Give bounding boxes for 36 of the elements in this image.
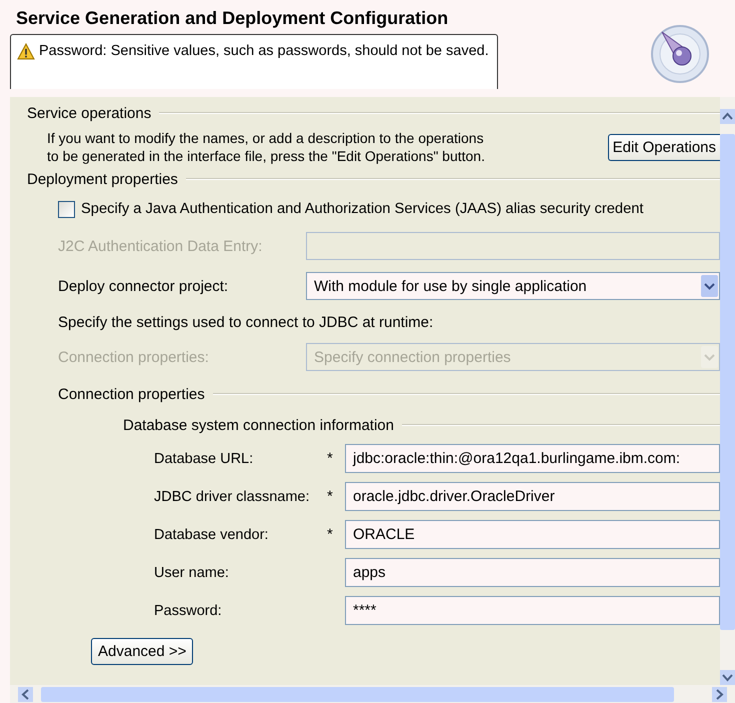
section-heading: Deployment properties — [27, 170, 178, 188]
input-field[interactable]: apps — [345, 558, 720, 587]
required-mark: * — [327, 450, 333, 467]
field-label: J2C Authentication Data Entry: — [58, 238, 264, 254]
scroll-right-icon[interactable] — [712, 686, 727, 702]
operations-description: If you want to modify the names, or add a description to the operations to be generated in the interface file, press the "Edit Operations" button. — [47, 129, 485, 165]
field-label: Database URL: — [154, 450, 254, 466]
field-label: JDBC driver classname: — [154, 488, 311, 504]
scroll-up-icon[interactable] — [720, 109, 735, 124]
field-label: Password: — [154, 602, 223, 618]
input-field[interactable]: ORACLE — [345, 520, 720, 549]
group-heading: Database system connection information — [123, 416, 394, 434]
section-heading: Connection properties — [58, 386, 205, 402]
warning-message: Password: Sensitive values, such as passwords, should not be saved. — [39, 43, 489, 59]
dropdown[interactable]: With module for use by single application — [306, 272, 720, 300]
jaas-checkbox[interactable] — [58, 200, 75, 218]
field-label: User name: — [154, 564, 230, 580]
advanced-button[interactable]: Advanced >> — [91, 638, 194, 665]
required-mark: * — [327, 526, 333, 543]
input-field[interactable]: **** — [345, 596, 720, 625]
input-field[interactable] — [306, 232, 720, 260]
scroll-down-icon[interactable] — [720, 670, 735, 685]
section-heading: Service operations — [27, 104, 152, 122]
input-field[interactable]: oracle.jdbc.driver.OracleDriver — [345, 482, 720, 511]
input-field[interactable]: jdbc:oracle:thin:@ora12qa1.burlingame.ibm.com: — [345, 444, 720, 473]
field-label: Database vendor: — [154, 526, 270, 542]
runtime-note: Specify the settings used to connect to JDBC at runtime: — [57, 313, 434, 331]
warning-icon — [17, 43, 35, 60]
checkbox-label: Specify a Java Authentication and Authorization Services (JAAS) alias security credent — [81, 201, 644, 217]
required-mark: * — [327, 488, 333, 505]
scroll-left-icon[interactable] — [18, 686, 33, 702]
edit-operations-button[interactable]: Edit Operations — [608, 134, 720, 160]
dial-icon — [650, 24, 710, 84]
field-label: Connection properties: — [58, 348, 210, 366]
page-title: Service Generation and Deployment Configuration — [15, 7, 450, 30]
field-label: Deploy connector project: — [58, 278, 230, 294]
